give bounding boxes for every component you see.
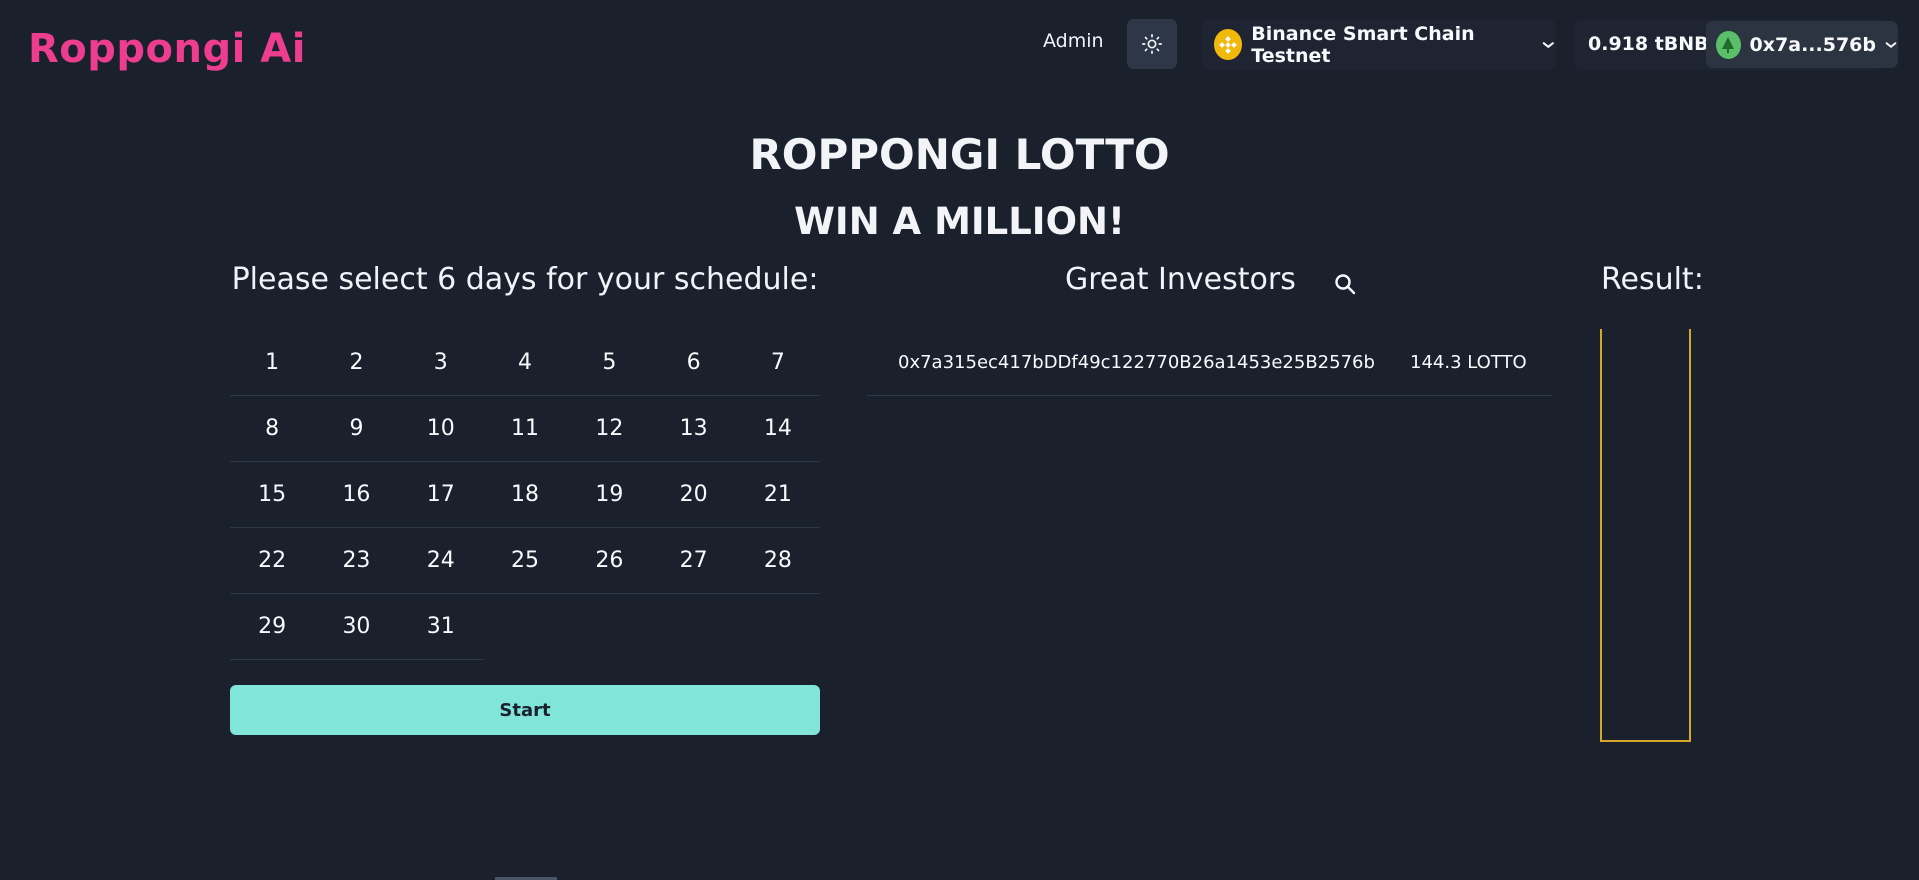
day-cell[interactable]: 29 <box>230 594 315 660</box>
day-cell[interactable]: 26 <box>567 528 652 594</box>
avatar-icon <box>1716 30 1741 59</box>
day-cell[interactable]: 20 <box>651 462 736 528</box>
page-title: ROPPONGI LOTTO <box>749 130 1170 179</box>
day-cell[interactable]: 8 <box>230 396 315 462</box>
day-cell[interactable]: 2 <box>314 330 399 396</box>
schedule-heading: Please select 6 days for your schedule: <box>231 262 819 297</box>
network-selector-button[interactable]: Binance Smart Chain Testnet <box>1202 19 1556 70</box>
day-cell[interactable]: 6 <box>651 330 736 396</box>
day-cell[interactable]: 22 <box>230 528 315 594</box>
start-button[interactable]: Start <box>230 685 820 735</box>
day-cell[interactable]: 31 <box>398 594 483 660</box>
day-cell[interactable]: 5 <box>567 330 652 396</box>
network-name: Binance Smart Chain Testnet <box>1251 22 1475 67</box>
day-cell[interactable]: 1 <box>230 330 315 396</box>
investor-amount: 144.3 LOTTO <box>1410 352 1527 373</box>
account-address: 0x7a...576b <box>1749 33 1876 56</box>
day-cell[interactable]: 12 <box>567 396 652 462</box>
day-cell[interactable]: 28 <box>735 528 821 594</box>
page-subtitle: WIN A MILLION! <box>794 200 1125 243</box>
day-cell[interactable]: 13 <box>651 396 736 462</box>
day-cell[interactable]: 25 <box>482 528 568 594</box>
day-cell[interactable]: 17 <box>398 462 483 528</box>
app-logo[interactable]: Roppongi Ai <box>28 26 306 72</box>
day-cell[interactable]: 16 <box>314 462 399 528</box>
account-button[interactable]: 0x7a...576b <box>1706 21 1898 68</box>
result-box <box>1600 329 1691 742</box>
search-icon[interactable] <box>1333 272 1357 296</box>
day-cell[interactable]: 24 <box>398 528 483 594</box>
sun-icon <box>1142 34 1162 54</box>
chevron-down-icon <box>1885 41 1897 48</box>
day-cell[interactable]: 19 <box>567 462 652 528</box>
investors-heading: Great Investors <box>1065 262 1296 297</box>
investor-row: 0x7a315ec417bDDf49c122770B26a1453e25B257… <box>867 330 1552 396</box>
day-cell[interactable]: 11 <box>482 396 568 462</box>
day-cell[interactable]: 21 <box>735 462 821 528</box>
days-grid: 1 2 3 4 5 6 7 8 9 10 11 12 13 14 15 16 17 18 19 20 21 22 23 24 2… <box>230 330 821 660</box>
theme-toggle-button[interactable] <box>1127 19 1177 69</box>
day-cell[interactable]: 30 <box>314 594 399 660</box>
bnb-icon <box>1214 29 1243 60</box>
day-cell[interactable]: 3 <box>398 330 483 396</box>
day-cell[interactable]: 7 <box>735 330 821 396</box>
day-cell[interactable]: 18 <box>482 462 568 528</box>
wallet-panel: 0.918 tBNB 0x7a...576b <box>1574 19 1898 70</box>
investor-address: 0x7a315ec417bDDf49c122770B26a1453e25B257… <box>898 352 1375 373</box>
day-cell[interactable]: 9 <box>314 396 399 462</box>
day-cell[interactable]: 27 <box>651 528 736 594</box>
day-cell[interactable]: 10 <box>398 396 483 462</box>
wallet-balance: 0.918 tBNB <box>1588 33 1709 55</box>
chevron-down-icon <box>1543 41 1555 48</box>
result-heading: Result: <box>1601 262 1704 297</box>
day-cell[interactable]: 23 <box>314 528 399 594</box>
admin-link[interactable]: Admin <box>1043 30 1104 52</box>
day-cell[interactable]: 4 <box>482 330 568 396</box>
day-cell[interactable]: 15 <box>230 462 315 528</box>
day-cell[interactable]: 14 <box>735 396 821 462</box>
